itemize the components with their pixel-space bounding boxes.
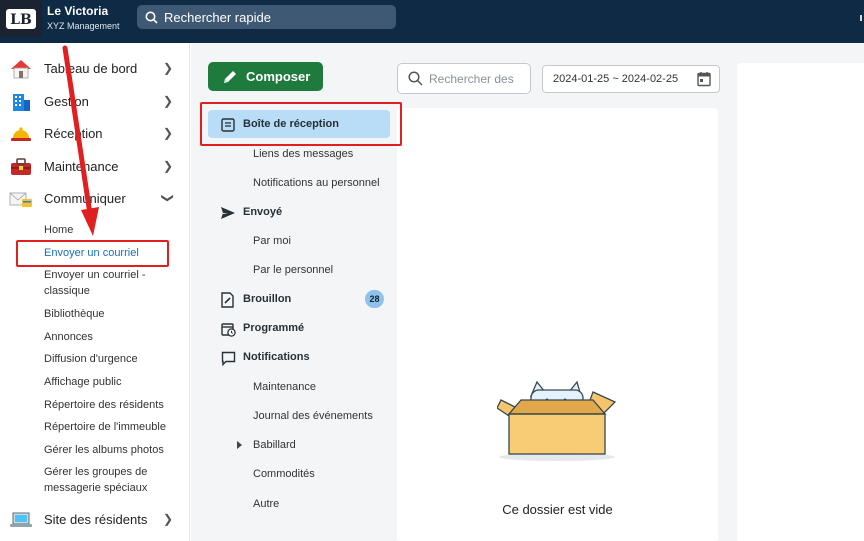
folder-drafts[interactable]: Brouillon [208,285,390,313]
folder-sent-by-me[interactable]: Par moi [253,235,291,247]
house-icon [9,58,33,80]
folder-notif-event-log[interactable]: Journal des événements [253,410,373,422]
sidebar-sub-annonces[interactable]: Annonces [44,329,184,345]
top-right-edge [860,15,862,21]
drafts-count-badge: 28 [365,290,384,308]
building-icon [9,91,33,113]
empty-folder-message: Ce dossier est vide [502,502,613,517]
company-name: XYZ Management [47,21,120,31]
sidebar-sub-home[interactable]: Home [44,222,184,238]
folder-notifications[interactable]: Notifications [208,343,390,371]
sidebar-sub-repertoire-residents[interactable]: Répertoire des résidents [44,397,184,413]
sidebar-item-communiquer[interactable]: Communiquer ❯ [0,183,190,213]
chevron-right-icon: ❯ [163,126,174,140]
draft-icon [220,292,236,308]
sidebar-sub-repertoire-immeuble[interactable]: Répertoire de l'immeuble [44,419,184,435]
date-range-value: 2024-01-25 ~ 2024-02-25 [553,73,679,85]
message-search-placeholder: Rechercher des [429,71,514,86]
expand-caret-icon[interactable] [237,441,242,449]
annotation-box-inbox [200,102,402,146]
sidebar-sub-affichage-public[interactable]: Affichage public [44,374,184,390]
laptop-icon [9,509,33,531]
calendar-icon [697,71,711,87]
chevron-right-icon: ❯ [163,159,174,173]
sidebar-item-reception[interactable]: Réception ❯ [0,118,190,148]
folder-notif-babillard[interactable]: Babillard [253,439,296,451]
message-search-input[interactable]: Rechercher des [397,63,531,94]
sidebar-sub-diffusion-urgence[interactable]: Diffusion d'urgence [44,351,184,367]
pencil-icon [222,69,238,85]
sidebar-item-maintenance[interactable]: Maintenance ❯ [0,151,190,181]
sidebar-item-tableau-de-bord[interactable]: Tableau de bord ❯ [0,53,190,83]
empty-box-cat-icon [496,378,619,467]
sidebar-item-site-residents[interactable]: Site des résidents ❯ [0,504,190,534]
envelope-icon [9,188,33,210]
calendar-clock-icon [220,321,236,337]
message-detail-pane [737,63,864,541]
date-range-picker[interactable]: 2024-01-25 ~ 2024-02-25 [542,65,720,93]
folder-scheduled[interactable]: Programmé [208,314,390,342]
logo[interactable]: LB [0,0,42,37]
send-icon [220,205,236,221]
folder-notif-maintenance[interactable]: Maintenance [253,381,316,393]
building-name: Le Victoria [47,4,109,18]
quick-search-input[interactable]: Rechercher rapide [137,5,396,29]
quick-search-placeholder: Rechercher rapide [164,9,271,25]
folder-notif-autre[interactable]: Autre [253,498,279,510]
logo-icon: LB [6,8,36,29]
chevron-right-icon: ❯ [163,61,174,75]
search-icon [145,11,158,24]
folder-sent[interactable]: Envoyé [208,198,390,226]
folder-inbox-staff-notifications[interactable]: Notifications au personnel [253,177,380,189]
sidebar-sub-albums-photos[interactable]: Gérer les albums photos [44,442,184,458]
annotation-box-envoyer-courriel [16,240,169,267]
chevron-right-icon: ❯ [163,512,174,526]
chevron-right-icon: ❯ [163,94,174,108]
top-bar: LB Le Victoria XYZ Management Rechercher… [0,0,864,43]
svg-text:LB: LB [10,12,32,28]
compose-button[interactable]: Composer [208,62,323,91]
folder-notif-commodites[interactable]: Commodités [253,468,315,480]
chevron-down-icon: ❯ [161,192,176,204]
service-bell-icon [9,123,33,145]
sidebar-item-gestion[interactable]: Gestion ❯ [0,86,190,116]
search-icon [408,71,423,86]
folder-sent-by-staff[interactable]: Par le personnel [253,264,333,276]
sidebar-sub-groupes-messagerie[interactable]: Gérer les groupes de messagerie spéciaux [44,464,184,496]
folder-inbox-links[interactable]: Liens des messages [253,148,353,160]
message-list-pane [397,108,718,541]
sidebar-sub-bibliotheque[interactable]: Bibliothèque [44,306,184,322]
chat-bubble-icon [220,350,236,366]
compose-label: Composer [246,69,311,84]
toolbox-icon [9,156,33,178]
sidebar-sub-envoyer-courriel-classique[interactable]: Envoyer un courriel - classique [44,267,184,299]
